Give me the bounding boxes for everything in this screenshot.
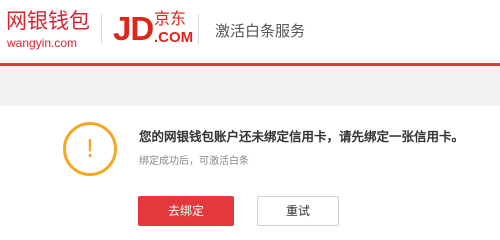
page-title: 激活白条服务 [215, 22, 306, 40]
grey-band [0, 66, 500, 106]
wangyin-logo-domain: wangyin.com [7, 36, 78, 50]
title-divider [198, 14, 199, 44]
warning-icon: ! [63, 122, 117, 176]
wangyin-logo-text: 网银钱包 [6, 9, 90, 33]
jd-logo-domain: .COM [154, 29, 194, 46]
notice-hint: 绑定成功后，可激活白条 [139, 156, 249, 167]
bind-card-button[interactable]: 去绑定 [138, 196, 234, 226]
jd-logo-mark: JD [113, 10, 154, 47]
exclamation-glyph: ! [84, 134, 96, 163]
page-header: 网银钱包 wangyin.com JD 京东 .COM 激活白条服务 [0, 0, 500, 66]
wangyin-logo[interactable]: 网银钱包 wangyin.com [6, 7, 96, 51]
retry-button[interactable]: 重试 [257, 196, 339, 226]
jd-logo-text: 京东 [154, 9, 187, 28]
jd-logo[interactable]: JD 京东 .COM [113, 8, 193, 52]
notice-message: 您的网银钱包账户还未绑定信用卡，请先绑定一张信用卡。 [139, 129, 465, 144]
logo-divider [101, 14, 102, 44]
